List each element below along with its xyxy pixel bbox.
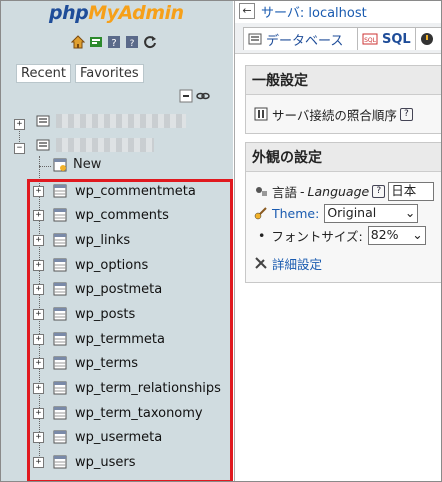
new-table-item[interactable]: New — [53, 157, 101, 172]
phpmyadmin-logo[interactable]: phpMyAdmin — [49, 2, 184, 24]
more-settings-row: 詳細設定 — [254, 252, 435, 274]
window-frame: phpMyAdmin ? ? Recent Favorites + − New … — [0, 0, 442, 482]
theme-brush-icon — [254, 207, 267, 220]
status-icon — [421, 33, 433, 45]
general-settings-title: 一般設定 — [246, 66, 441, 95]
general-settings-group: 一般設定 サーバ接続の照合順序 ? — [245, 65, 441, 134]
new-label: New — [73, 157, 102, 172]
breadcrumb: ← サーバ: localhost — [235, 1, 441, 21]
appearance-settings-title: 外観の設定 — [246, 143, 441, 172]
highlight-box — [27, 179, 233, 481]
help-icon[interactable]: ? — [399, 107, 413, 121]
theme-link[interactable]: Theme: — [272, 206, 319, 221]
chevron-down-icon: ⌄ — [412, 226, 423, 242]
sql-icon: SQL — [362, 33, 378, 45]
reload-icon[interactable] — [143, 35, 157, 49]
nav-tabs: Recent Favorites — [16, 64, 144, 83]
tab-databases[interactable]: データベース — [243, 27, 361, 50]
logout-icon[interactable] — [89, 35, 103, 49]
svg-text:?: ? — [130, 39, 135, 49]
tree-controls — [179, 89, 210, 103]
tab-recent[interactable]: Recent — [16, 64, 71, 83]
expand-toggle[interactable]: + — [14, 119, 25, 130]
back-arrow-icon[interactable]: ← — [239, 3, 255, 19]
server-breadcrumb[interactable]: サーバ: localhost — [261, 2, 367, 21]
svg-text:SQL: SQL — [364, 37, 377, 44]
wrench-icon — [255, 257, 267, 269]
more-settings-link[interactable]: 詳細設定 — [272, 254, 322, 273]
collapse-all-icon[interactable] — [179, 89, 193, 103]
database-icon — [248, 33, 262, 45]
theme-select[interactable]: Original ⌄ — [324, 203, 419, 223]
database-item[interactable] — [36, 138, 154, 152]
docs-icon[interactable]: ? — [125, 35, 139, 49]
database-icon — [36, 139, 50, 151]
language-select[interactable]: 日本 — [388, 181, 435, 201]
database-icon — [36, 115, 50, 127]
link-icon[interactable] — [196, 89, 210, 103]
language-row: 言語 - Language ? 日本 — [254, 180, 435, 202]
navigation-panel: phpMyAdmin ? ? Recent Favorites + − New … — [1, 1, 233, 481]
collapse-toggle[interactable]: − — [14, 143, 25, 154]
fontsize-row: • フォントサイズ: 82% ⌄ — [254, 224, 435, 246]
collation-icon — [254, 107, 268, 121]
appearance-settings-group: 外観の設定 言語 - Language ? 日本 Theme: Original… — [245, 142, 441, 283]
language-icon — [256, 187, 267, 196]
settings-content: 一般設定 サーバ接続の照合順序 ? 外観の設定 言語 - Language ? … — [245, 65, 441, 283]
bullet: • — [258, 227, 266, 243]
collation-row: サーバ接続の照合順序 ? — [254, 103, 435, 125]
tab-favorites[interactable]: Favorites — [74, 64, 144, 83]
theme-row: Theme: Original ⌄ — [254, 202, 435, 224]
help-icon[interactable]: ? — [372, 184, 386, 198]
nav-icon-row: ? ? — [71, 35, 157, 49]
database-item[interactable] — [36, 114, 186, 128]
tab-sql[interactable]: SQL SQL — [357, 27, 417, 50]
home-icon[interactable] — [71, 35, 85, 49]
chevron-down-icon: ⌄ — [404, 204, 416, 220]
tab-status[interactable] — [415, 27, 441, 50]
svg-text:?: ? — [111, 38, 116, 49]
main-menu: データベース SQL SQL — [235, 23, 441, 54]
fontsize-select[interactable]: 82% ⌄ — [367, 225, 426, 245]
new-table-icon — [53, 158, 67, 171]
query-icon[interactable]: ? — [107, 35, 121, 49]
masked-database-name — [56, 114, 186, 128]
main-panel: ← サーバ: localhost データベース SQL SQL 一般設定 サーバ… — [234, 1, 441, 481]
masked-database-name — [56, 138, 154, 152]
